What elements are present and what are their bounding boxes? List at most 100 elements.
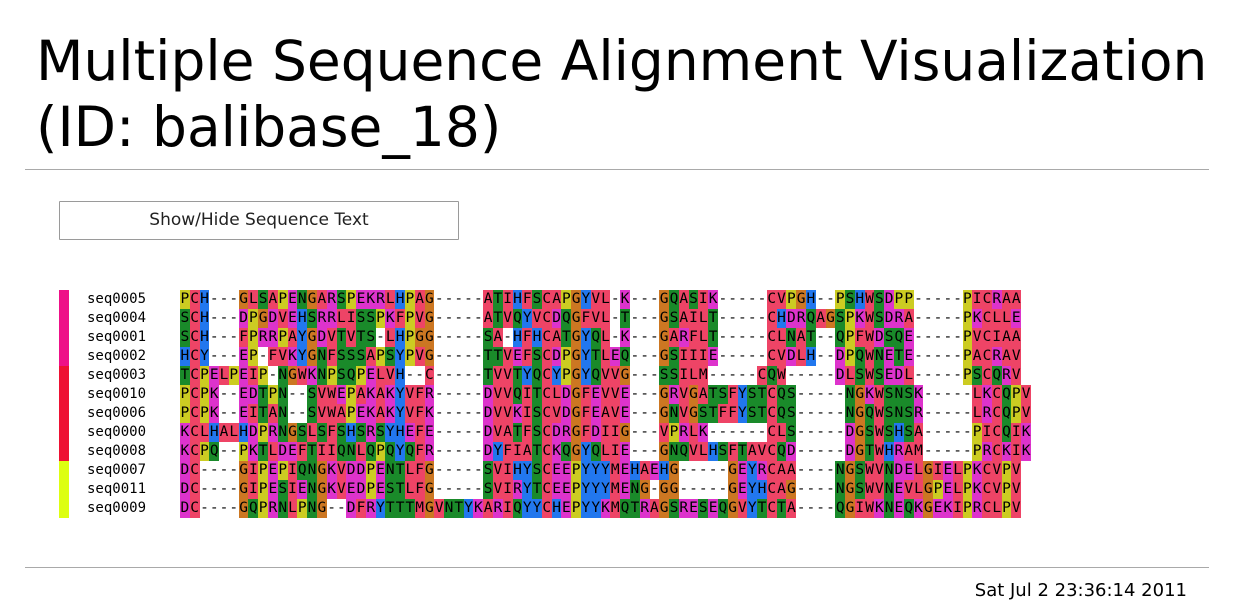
- residue-cell: L: [776, 423, 787, 442]
- residue-cell: -: [629, 404, 640, 423]
- residue-cell: F: [854, 328, 865, 347]
- residue-cell: P: [571, 480, 582, 499]
- residue-cell: -: [727, 347, 738, 366]
- residue-cell: P: [346, 290, 357, 309]
- residue-cell: G: [639, 480, 650, 499]
- residue-cell: G: [424, 499, 435, 518]
- residue-cell: -: [199, 461, 210, 480]
- residue-cell: S: [532, 404, 542, 423]
- residue-cell: E: [620, 404, 630, 423]
- residue-cell: L: [913, 480, 924, 499]
- residue-cell: L: [845, 366, 855, 385]
- residue-cell: -: [806, 404, 816, 423]
- residue-cell: A: [698, 385, 709, 404]
- residue-cell: -: [825, 480, 836, 499]
- residue-cell: P: [962, 461, 973, 480]
- residue-cell: F: [414, 480, 425, 499]
- residue-cell: -: [835, 385, 846, 404]
- residue-cell: -: [708, 461, 718, 480]
- residue-cell: C: [766, 290, 777, 309]
- residue-cell: S: [747, 385, 758, 404]
- residue-cell: E: [708, 347, 718, 366]
- residue-cell: R: [796, 309, 806, 328]
- residue-cell: -: [453, 404, 464, 423]
- residue-cell: W: [864, 499, 875, 518]
- residue-cell: C: [991, 404, 1002, 423]
- residue-cell: K: [365, 290, 376, 309]
- residue-cell: -: [463, 366, 474, 385]
- residue-cell: -: [757, 328, 767, 347]
- residue-cell: -: [913, 309, 924, 328]
- residue-cell: D: [346, 499, 357, 518]
- residue-cell: Q: [512, 499, 523, 518]
- residue-cell: -: [502, 328, 513, 347]
- residue-cell: S: [307, 404, 317, 423]
- residue-cell: R: [365, 499, 376, 518]
- residue-cell: C: [766, 328, 777, 347]
- residue-cell: H: [238, 423, 249, 442]
- residue-cell: K: [365, 385, 376, 404]
- residue-cell: M: [610, 499, 621, 518]
- residue-cell: -: [933, 309, 943, 328]
- residue-cell: -: [297, 385, 308, 404]
- residue-cell: V: [404, 404, 415, 423]
- residue-cell: I: [248, 404, 259, 423]
- residue-cell: Q: [991, 366, 1002, 385]
- residue-cell: H: [512, 290, 523, 309]
- residue-cell: -: [228, 461, 239, 480]
- residue-cell: G: [258, 309, 269, 328]
- residue-cell: V: [493, 461, 503, 480]
- residue-cell: K: [1021, 423, 1031, 442]
- residue-cell: N: [307, 480, 317, 499]
- residue-cell: -: [913, 366, 924, 385]
- residue-cell: -: [933, 423, 943, 442]
- residue-cell: I: [287, 480, 298, 499]
- residue-cell: K: [512, 404, 523, 423]
- residue-cell: -: [923, 328, 934, 347]
- residue-cell: -: [815, 385, 826, 404]
- residue-cell: V: [502, 347, 513, 366]
- residue-cell: I: [522, 404, 533, 423]
- residue-cell: P: [199, 366, 210, 385]
- residue-cell: S: [698, 404, 709, 423]
- residue-cell: F: [414, 385, 425, 404]
- residue-cell: -: [933, 290, 943, 309]
- residue-cell: L: [796, 347, 806, 366]
- residue-cell: I: [982, 423, 992, 442]
- residue-cell: N: [277, 366, 288, 385]
- residue-cell: K: [248, 442, 259, 461]
- residue-cell: R: [678, 499, 689, 518]
- residue-cell: E: [884, 366, 895, 385]
- residue-cell: L: [776, 328, 787, 347]
- show-hide-sequence-text-button[interactable]: Show/Hide Sequence Text: [59, 201, 459, 240]
- residue-cell: -: [708, 366, 718, 385]
- residue-cell: C: [766, 480, 777, 499]
- residue-cell: V: [532, 309, 542, 328]
- residue-cell: L: [287, 499, 298, 518]
- residue-cell: W: [874, 404, 885, 423]
- residue-cell: S: [874, 366, 885, 385]
- residue-cell: A: [219, 423, 229, 442]
- residue-cell: L: [404, 461, 415, 480]
- residue-cell: D: [561, 404, 572, 423]
- residue-cell: Y: [199, 347, 210, 366]
- residue-cell: P: [248, 309, 259, 328]
- residue-cell: -: [434, 309, 445, 328]
- residue-cell: R: [268, 423, 278, 442]
- residue-cell: -: [219, 461, 229, 480]
- residue-cell: G: [424, 290, 435, 309]
- residue-cell: Q: [864, 404, 875, 423]
- residue-cell: K: [365, 404, 376, 423]
- residue-cell: D: [845, 442, 855, 461]
- residue-cell: G: [659, 290, 670, 309]
- residue-cell: V: [757, 442, 767, 461]
- residue-cell: H: [757, 480, 767, 499]
- residue-cell: F: [688, 328, 699, 347]
- residue-cell: C: [982, 347, 992, 366]
- residue-cell: Y: [395, 442, 405, 461]
- residue-cell: P: [180, 290, 190, 309]
- residue-cell: Y: [395, 385, 405, 404]
- residue-cell: -: [962, 385, 973, 404]
- residue-cell: G: [659, 328, 670, 347]
- residue-cell: E: [561, 480, 572, 499]
